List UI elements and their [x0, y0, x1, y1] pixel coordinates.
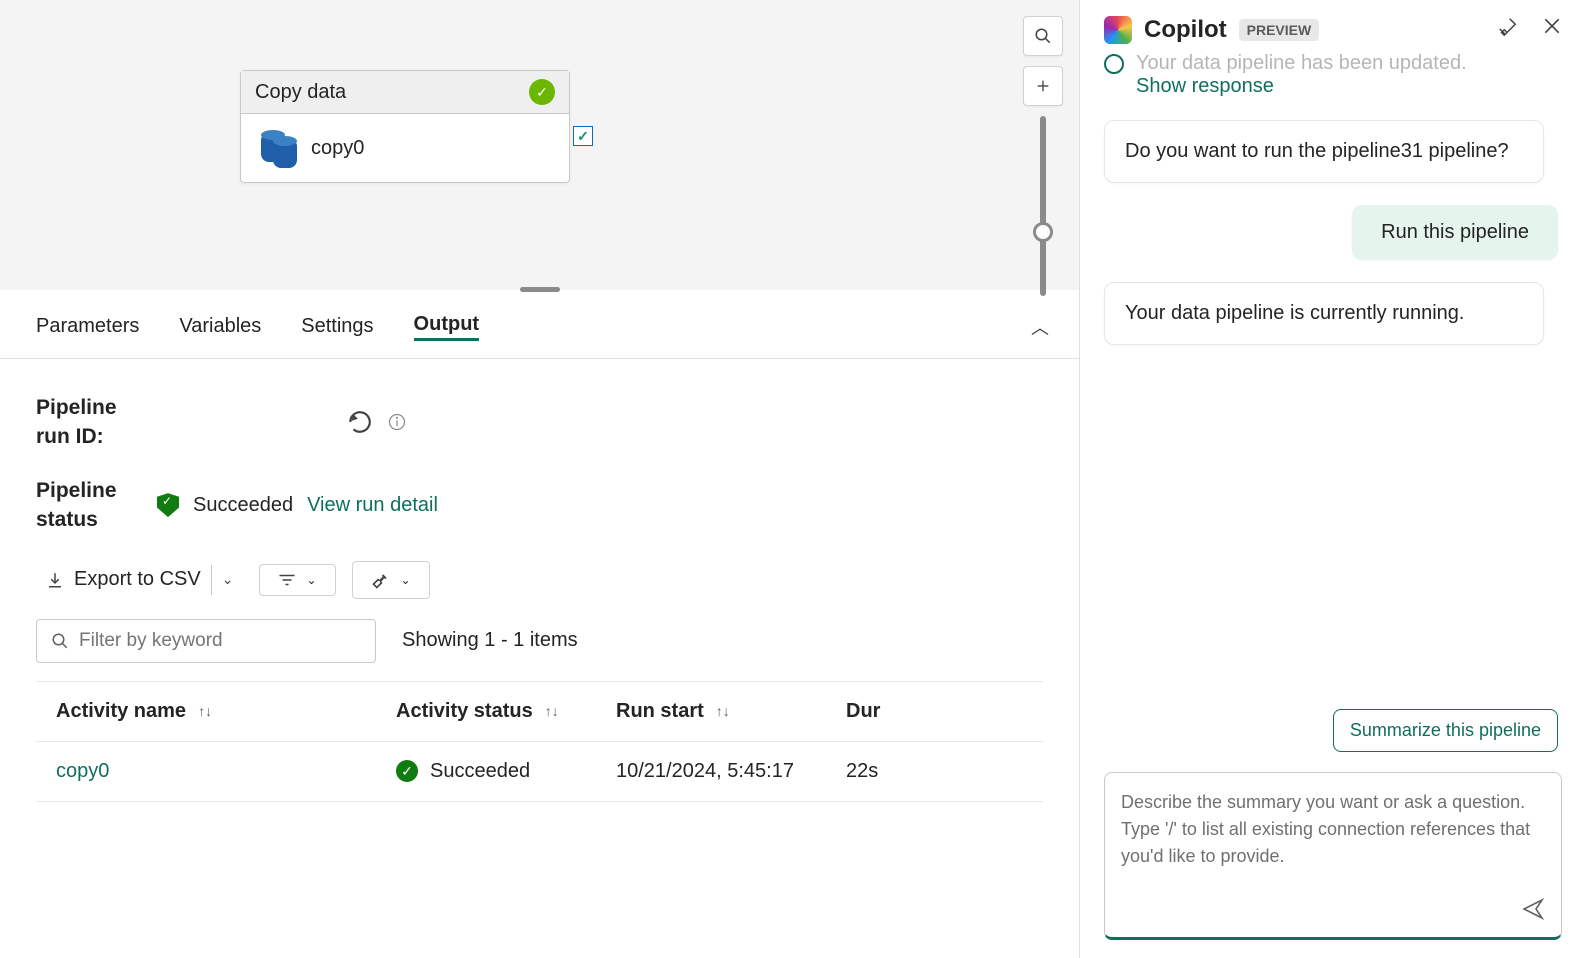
copilot-input-placeholder: Describe the summary you want or ask a q… — [1121, 789, 1545, 889]
divider — [211, 565, 212, 595]
search-icon — [51, 632, 69, 650]
zoom-in-button[interactable] — [1023, 66, 1063, 106]
cell-duration: 22s — [846, 760, 878, 783]
show-response-link[interactable]: Show response — [1136, 75, 1558, 98]
col-activity-name[interactable]: Activity name — [56, 700, 186, 723]
output-table-header: Activity name ↑↓ Activity status ↑↓ Run st… — [36, 681, 1043, 742]
col-duration[interactable]: Dur — [846, 700, 880, 723]
send-icon[interactable] — [1521, 897, 1545, 927]
pipeline-status-value: Succeeded — [193, 494, 293, 517]
search-icon — [1034, 27, 1052, 45]
activity-checked-icon: ✓ — [573, 126, 593, 146]
cell-activity-status: Succeeded — [430, 760, 530, 783]
sort-icon[interactable]: ↑↓ — [198, 703, 212, 719]
filter-field[interactable] — [79, 630, 361, 652]
copilot-title: Copilot — [1144, 16, 1227, 44]
copilot-logo-icon — [1104, 16, 1132, 44]
zoom-slider[interactable] — [1040, 116, 1046, 296]
chevron-down-icon: ⌄ — [401, 573, 411, 587]
check-icon — [1104, 54, 1124, 74]
suggestion-summarize[interactable]: Summarize this pipeline — [1333, 709, 1558, 752]
tab-variables[interactable]: Variables — [179, 315, 261, 338]
pipeline-canvas[interactable]: Copy data ✓ copy0 ✓ — [0, 0, 1079, 290]
col-activity-status[interactable]: Activity status — [396, 700, 533, 723]
chevron-down-icon: ⌄ — [306, 573, 316, 587]
success-icon: ✓ — [529, 79, 555, 105]
panel-resize-handle[interactable] — [520, 287, 560, 292]
tab-parameters[interactable]: Parameters — [36, 315, 139, 338]
info-icon[interactable] — [387, 412, 407, 432]
table-row[interactable]: copy0 ✓ Succeeded 10/21/2024, 5:45:17 22s — [36, 742, 1043, 802]
view-run-detail-link[interactable]: View run detail — [307, 494, 438, 517]
filter-input[interactable] — [36, 619, 376, 663]
download-icon — [46, 571, 64, 589]
filter-icon — [278, 573, 296, 587]
zoom-slider-handle[interactable] — [1033, 222, 1053, 242]
broom-icon[interactable] — [1496, 16, 1518, 44]
refresh-icon[interactable] — [347, 409, 373, 435]
copilot-message-list: Your data pipeline has been updated. Sho… — [1104, 58, 1562, 752]
success-icon: ✓ — [396, 760, 418, 782]
preview-badge: PREVIEW — [1239, 19, 1320, 41]
database-icon — [261, 128, 295, 168]
tab-settings[interactable]: Settings — [301, 315, 373, 338]
copilot-status-message: Your data pipeline has been updated. Sho… — [1104, 52, 1558, 98]
sort-icon[interactable]: ↑↓ — [545, 703, 559, 719]
activity-type-label: Copy data — [255, 81, 346, 104]
activity-card-copy[interactable]: Copy data ✓ copy0 ✓ — [240, 70, 570, 183]
pipeline-run-id-label: Pipeline run ID: — [36, 393, 141, 452]
tools-button[interactable]: ⌄ — [352, 561, 430, 599]
col-run-start[interactable]: Run start — [616, 700, 704, 723]
plus-icon — [1035, 78, 1051, 94]
close-icon[interactable] — [1542, 16, 1562, 44]
pipeline-status-label: Pipeline status — [36, 476, 141, 535]
copilot-message: Your data pipeline is currently running. — [1104, 282, 1544, 345]
cell-run-start: 10/21/2024, 5:45:17 — [616, 760, 794, 783]
user-message: Run this pipeline — [1352, 205, 1558, 260]
sort-icon[interactable]: ↑↓ — [716, 703, 730, 719]
filter-columns-button[interactable]: ⌄ — [259, 564, 335, 596]
activity-name: copy0 — [311, 137, 364, 160]
bottom-panel-tabs: Parameters Variables Settings Output ︿ — [0, 295, 1079, 359]
status-succeeded-icon — [157, 493, 179, 517]
copilot-panel: Copilot PREVIEW Your data pipeline has b… — [1080, 0, 1580, 958]
wrench-icon — [371, 570, 391, 590]
export-dropdown-icon[interactable]: ⌄ — [222, 571, 234, 588]
copilot-input[interactable]: Describe the summary you want or ask a q… — [1104, 772, 1562, 940]
cell-activity-name[interactable]: copy0 — [56, 760, 109, 783]
zoom-fit-button[interactable] — [1023, 16, 1063, 56]
results-count-text: Showing 1 - 1 items — [402, 629, 578, 652]
collapse-panel-icon[interactable]: ︿ — [1031, 314, 1049, 340]
copilot-message: Do you want to run the pipeline31 pipeli… — [1104, 120, 1544, 183]
tab-output[interactable]: Output — [414, 313, 480, 341]
export-to-csv-button[interactable]: Export to CSV — [74, 568, 201, 591]
